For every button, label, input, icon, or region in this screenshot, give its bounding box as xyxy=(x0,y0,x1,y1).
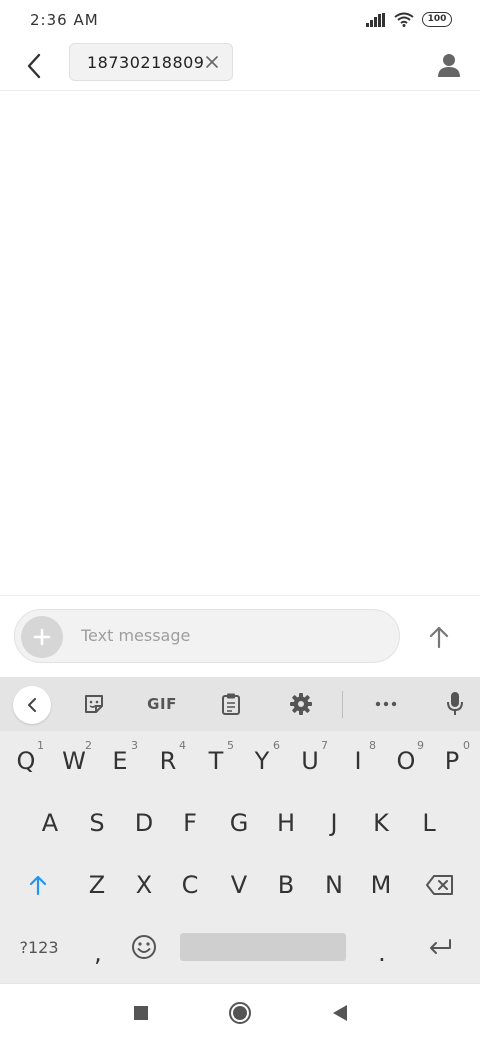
shift-key[interactable] xyxy=(16,861,60,909)
key-z[interactable]: Z xyxy=(75,861,119,909)
wifi-icon xyxy=(394,12,414,27)
toolbar-divider xyxy=(342,691,343,718)
recipient-chip[interactable]: 18730218809 xyxy=(69,43,233,81)
key-k[interactable]: K xyxy=(359,799,403,847)
gif-button[interactable]: GIF xyxy=(142,688,182,720)
clipboard-button[interactable] xyxy=(216,688,246,720)
mic-icon xyxy=(447,692,463,715)
contact-button[interactable] xyxy=(432,48,466,82)
key-y[interactable]: Y6 xyxy=(240,737,284,785)
key-r[interactable]: R4 xyxy=(146,737,190,785)
shift-icon xyxy=(29,875,47,896)
key-a[interactable]: A xyxy=(28,799,72,847)
navigation-bar xyxy=(0,983,480,1041)
back-triangle-icon xyxy=(333,1005,347,1021)
sticker-icon xyxy=(85,695,103,713)
key-t[interactable]: T5 xyxy=(194,737,238,785)
emoji-key[interactable] xyxy=(122,923,166,971)
chevron-left-icon xyxy=(28,698,36,712)
more-button[interactable] xyxy=(371,688,401,720)
key-q[interactable]: Q1 xyxy=(4,737,48,785)
enter-key[interactable] xyxy=(418,923,462,971)
gear-icon xyxy=(290,693,312,715)
close-icon[interactable] xyxy=(204,54,220,70)
symbols-key[interactable]: ?123 xyxy=(14,923,64,971)
clipboard-icon xyxy=(222,693,240,715)
recents-icon xyxy=(134,1006,148,1020)
status-time: 2:36 AM xyxy=(30,11,99,29)
key-x[interactable]: X xyxy=(122,861,166,909)
space-bar[interactable] xyxy=(180,933,346,961)
comma-key[interactable]: , xyxy=(76,929,120,977)
key-l[interactable]: L xyxy=(407,799,451,847)
attach-button[interactable] xyxy=(21,616,63,658)
recents-button[interactable] xyxy=(128,1000,154,1026)
send-button[interactable] xyxy=(420,618,458,656)
key-d[interactable]: D xyxy=(122,799,166,847)
back-button[interactable] xyxy=(18,50,50,82)
recipient-number: 18730218809 xyxy=(87,53,205,72)
key-p[interactable]: P0 xyxy=(430,737,474,785)
settings-button[interactable] xyxy=(286,688,316,720)
emoji-icon xyxy=(132,935,156,959)
backspace-icon xyxy=(426,875,453,895)
key-j[interactable]: J xyxy=(312,799,356,847)
key-b[interactable]: B xyxy=(264,861,308,909)
more-icon xyxy=(375,701,397,707)
keyboard: GIF Q 1 W 2 E 3 R 4 T 5 Y 6 U 7 I 8 O 9 … xyxy=(0,677,480,983)
key-c[interactable]: C xyxy=(168,861,212,909)
battery-indicator: 100 xyxy=(422,12,452,27)
key-f[interactable]: F xyxy=(168,799,212,847)
collapse-toolbar-button[interactable] xyxy=(13,686,51,724)
conversation-area xyxy=(0,91,480,596)
send-arrow-icon xyxy=(429,626,449,649)
key-i[interactable]: I8 xyxy=(336,737,380,785)
key-s[interactable]: S xyxy=(75,799,119,847)
contact-icon xyxy=(438,54,460,77)
back-nav-button[interactable] xyxy=(327,1000,353,1026)
app-bar: 18730218809 xyxy=(0,42,480,91)
key-n[interactable]: N xyxy=(312,861,356,909)
key-h[interactable]: H xyxy=(264,799,308,847)
home-icon xyxy=(229,1002,251,1024)
compose-field[interactable] xyxy=(14,609,400,663)
home-button[interactable] xyxy=(227,1000,253,1026)
key-w[interactable]: W2 xyxy=(52,737,96,785)
backspace-key[interactable] xyxy=(418,861,462,909)
key-o[interactable]: O9 xyxy=(384,737,428,785)
enter-icon xyxy=(430,939,451,954)
key-m[interactable]: M xyxy=(359,861,403,909)
key-v[interactable]: V xyxy=(217,861,261,909)
key-e[interactable]: E3 xyxy=(98,737,142,785)
message-input[interactable] xyxy=(81,626,381,645)
sticker-button[interactable] xyxy=(79,688,109,720)
back-arrow-icon xyxy=(27,53,41,79)
key-u[interactable]: U7 xyxy=(288,737,332,785)
key-g[interactable]: G xyxy=(217,799,261,847)
signal-icon xyxy=(366,12,385,27)
compose-bar xyxy=(0,596,480,676)
plus-icon xyxy=(33,628,51,646)
status-icons: 100 xyxy=(366,12,452,27)
voice-input-button[interactable] xyxy=(441,688,469,720)
keyboard-toolbar: GIF xyxy=(0,677,480,731)
status-bar: 2:36 AM 100 xyxy=(0,0,480,42)
period-key[interactable]: . xyxy=(360,929,404,977)
